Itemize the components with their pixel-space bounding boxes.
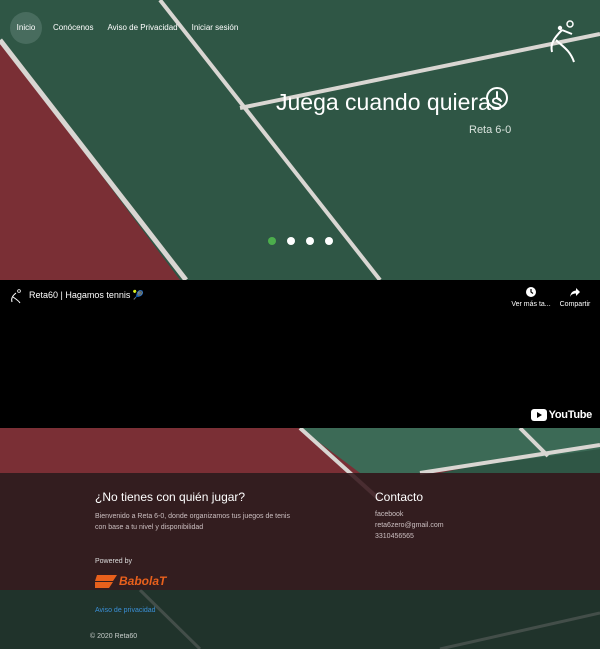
channel-avatar[interactable] [8, 288, 24, 304]
carousel-indicators [268, 237, 333, 245]
clock-icon [486, 87, 508, 109]
main-nav: Inicio Conócenos Aviso de Privacidad Ini… [10, 12, 245, 44]
powered-by-label: Powered by [95, 558, 132, 565]
nav-item-aviso-privacidad[interactable]: Aviso de Privacidad [100, 14, 184, 42]
contact-email-link[interactable]: reta6zero@gmail.com [375, 522, 444, 529]
nav-item-inicio[interactable]: Inicio [10, 12, 42, 44]
nav-item-iniciar-sesion[interactable]: Iniciar sesión [185, 14, 246, 42]
babolat-logo[interactable]: BabolaT [95, 572, 191, 590]
contact-heading: Contacto [375, 490, 424, 504]
watch-later-label: Ver más ta... [511, 301, 551, 308]
footer-info-band [0, 473, 600, 590]
privacy-link[interactable]: Aviso de privacidad [95, 607, 156, 614]
watch-later-button[interactable]: Ver más ta... [509, 286, 553, 308]
reta60-logo[interactable] [544, 18, 582, 64]
carousel-dot-1[interactable] [268, 237, 276, 245]
contact-phone: 3310456565 [375, 533, 414, 540]
youtube-play-icon [530, 409, 547, 421]
share-icon [570, 288, 580, 297]
youtube-logo[interactable]: YouTube [530, 409, 593, 421]
carousel-dot-2[interactable] [287, 237, 295, 245]
carousel-dot-3[interactable] [306, 237, 314, 245]
youtube-brand: YouTube [548, 409, 593, 421]
footer-bottom-band [0, 590, 600, 649]
nav-item-conocenos[interactable]: Conócenos [46, 14, 100, 42]
hero-subtitle: Reta 6-0 [469, 124, 512, 136]
youtube-embed[interactable]: Reta60 | Hagamos tennis 🎾 Ver más ta... … [0, 280, 600, 428]
copyright: © 2020 Reta60 [90, 633, 138, 640]
share-label: Compartir [559, 301, 591, 308]
clock-icon [526, 287, 536, 297]
about-text-line-2: con base a tu nivel y disponibilidad [95, 524, 204, 531]
contact-facebook-link[interactable]: facebook [375, 511, 403, 518]
about-heading: ¿No tienes con quién jugar? [95, 490, 246, 504]
carousel-dot-4[interactable] [325, 237, 333, 245]
about-text-line-1: Bienvenido a Reta 6-0, donde organizamos… [95, 513, 290, 520]
share-button[interactable]: Compartir [553, 286, 597, 308]
svg-text:BabolaT: BabolaT [119, 574, 168, 588]
hero-title: Juega cuando quieras [276, 89, 503, 115]
video-title[interactable]: Reta60 | Hagamos tennis 🎾 [29, 290, 144, 301]
